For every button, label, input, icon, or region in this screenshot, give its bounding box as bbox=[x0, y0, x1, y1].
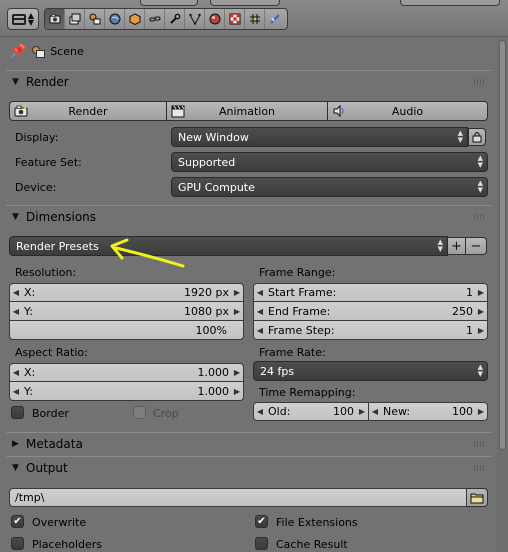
yellow-arrow-annotation bbox=[110, 238, 185, 268]
annotation-overlay bbox=[110, 238, 185, 268]
